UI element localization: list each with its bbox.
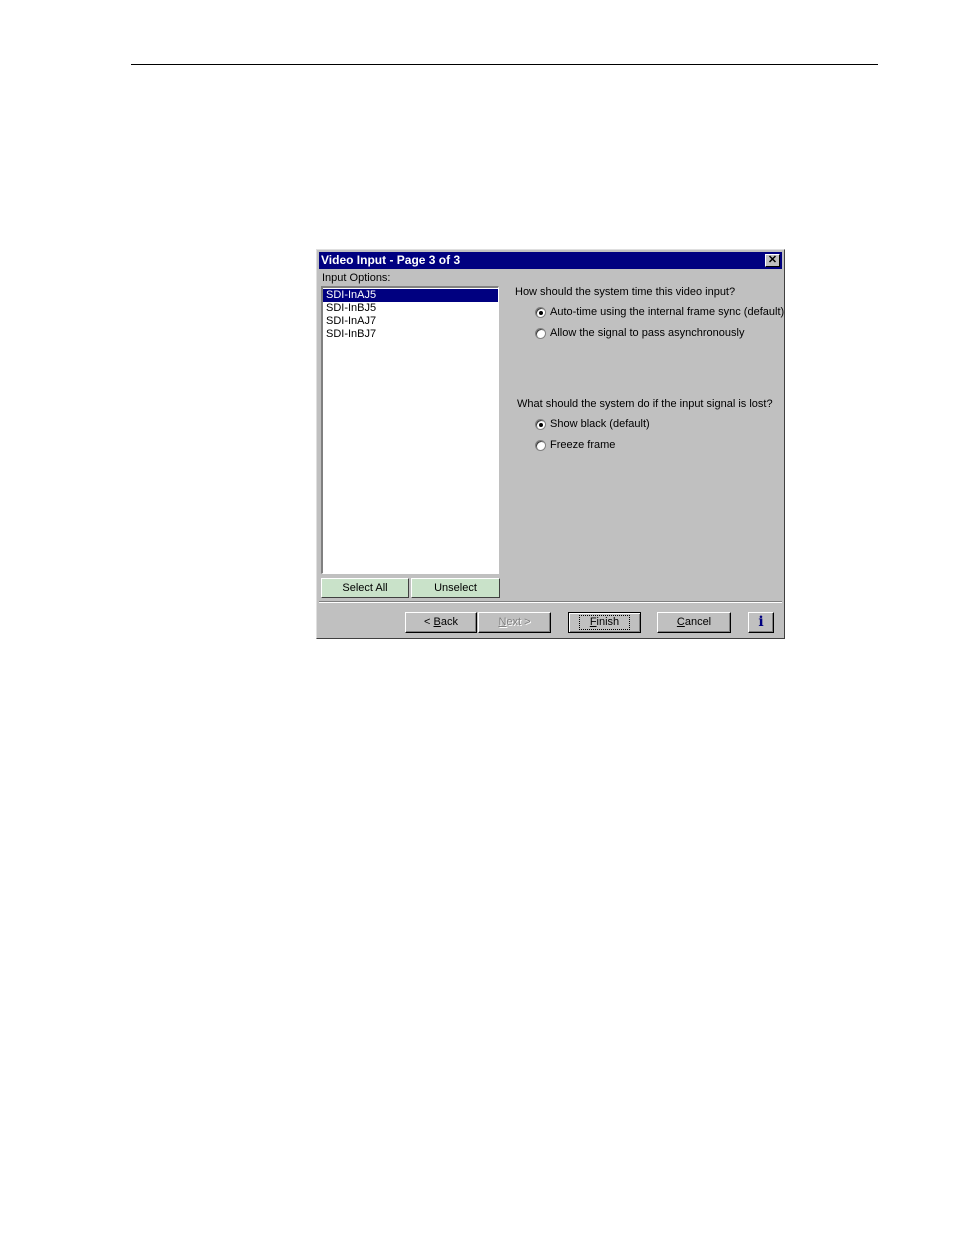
finish-button-focus: Finish <box>578 615 631 630</box>
radio-button-icon[interactable] <box>535 440 546 451</box>
cancel-button[interactable]: Cancel <box>657 612 731 633</box>
timing-option-async-label: Allow the signal to pass asynchronously <box>550 327 745 339</box>
close-icon: ✕ <box>767 254 778 266</box>
finish-button[interactable]: Finish <box>568 612 641 633</box>
input-options-list[interactable]: SDI-InAJ5 SDI-InBJ5 SDI-InAJ7 SDI-InBJ7 <box>321 286 499 574</box>
video-input-dialog: Video Input - Page 3 of 3 ✕ Input Option… <box>316 249 785 639</box>
radio-button-checked-icon[interactable] <box>535 419 546 430</box>
finish-button-rest: inish <box>596 616 620 628</box>
input-options-label: Input Options: <box>322 272 391 284</box>
header-rule <box>131 64 878 65</box>
list-item[interactable]: SDI-InBJ5 <box>323 302 498 315</box>
back-button-rest: ack <box>440 616 458 628</box>
next-button-rest: ext <box>506 616 522 628</box>
info-button[interactable]: i <box>748 612 774 633</box>
signal-loss-option-black-label: Show black (default) <box>550 418 650 430</box>
list-item[interactable]: SDI-InAJ7 <box>323 315 498 328</box>
back-button[interactable]: < Back <box>405 612 477 633</box>
info-icon: i <box>758 614 764 630</box>
button-separator <box>319 601 782 603</box>
cancel-button-rest: ancel <box>684 616 712 628</box>
radio-button-icon[interactable] <box>535 328 546 339</box>
finish-button-accel: F <box>589 616 597 628</box>
list-item[interactable]: SDI-InAJ5 <box>323 289 498 302</box>
close-button[interactable]: ✕ <box>765 254 780 267</box>
back-button-prefix: < <box>424 616 434 628</box>
next-button-suffix: > <box>521 616 531 628</box>
radio-button-checked-icon[interactable] <box>535 307 546 318</box>
back-button-accel: B <box>433 616 441 628</box>
cancel-button-accel: C <box>676 616 685 628</box>
next-button[interactable]: Next > <box>478 612 551 633</box>
window-title: Video Input - Page 3 of 3 <box>321 253 461 267</box>
timing-question: How should the system time this video in… <box>515 286 736 298</box>
title-bar: Video Input - Page 3 of 3 ✕ <box>319 252 782 269</box>
list-item[interactable]: SDI-InBJ7 <box>323 328 498 341</box>
unselect-button[interactable]: Unselect <box>411 578 500 598</box>
select-all-button[interactable]: Select All <box>321 578 409 598</box>
signal-loss-option-freeze-label: Freeze frame <box>550 439 616 451</box>
signal-loss-question: What should the system do if the input s… <box>517 398 773 410</box>
timing-option-auto-label: Auto-time using the internal frame sync … <box>550 306 785 318</box>
